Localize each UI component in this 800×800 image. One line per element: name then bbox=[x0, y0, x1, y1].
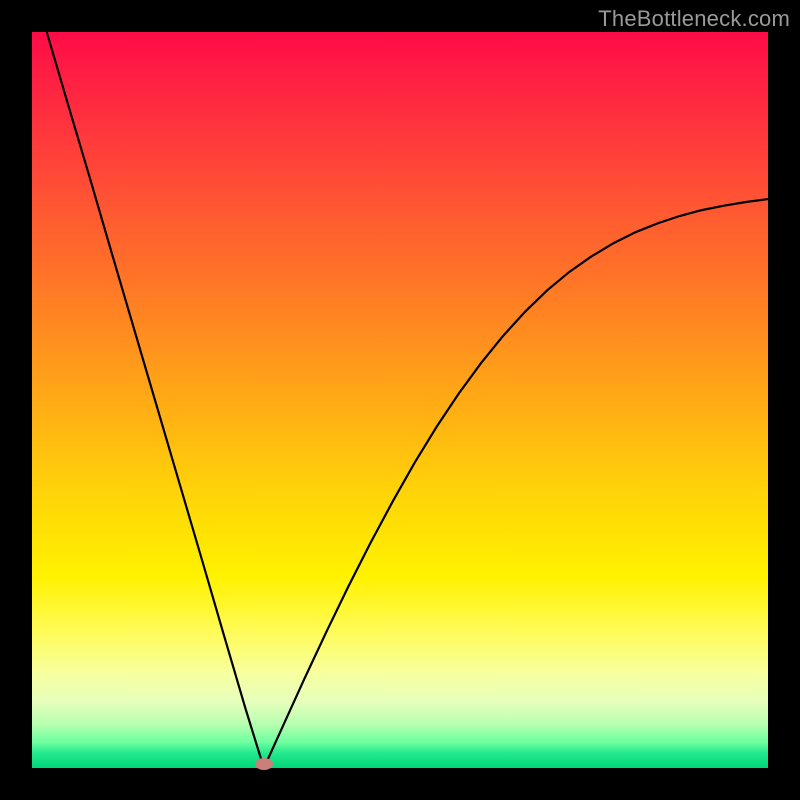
chart-curve-svg bbox=[32, 32, 768, 768]
chart-plot-area bbox=[32, 32, 768, 768]
attribution-text: TheBottleneck.com bbox=[598, 6, 790, 32]
optimal-point-marker bbox=[255, 758, 273, 770]
bottleneck-curve-path bbox=[47, 32, 768, 768]
